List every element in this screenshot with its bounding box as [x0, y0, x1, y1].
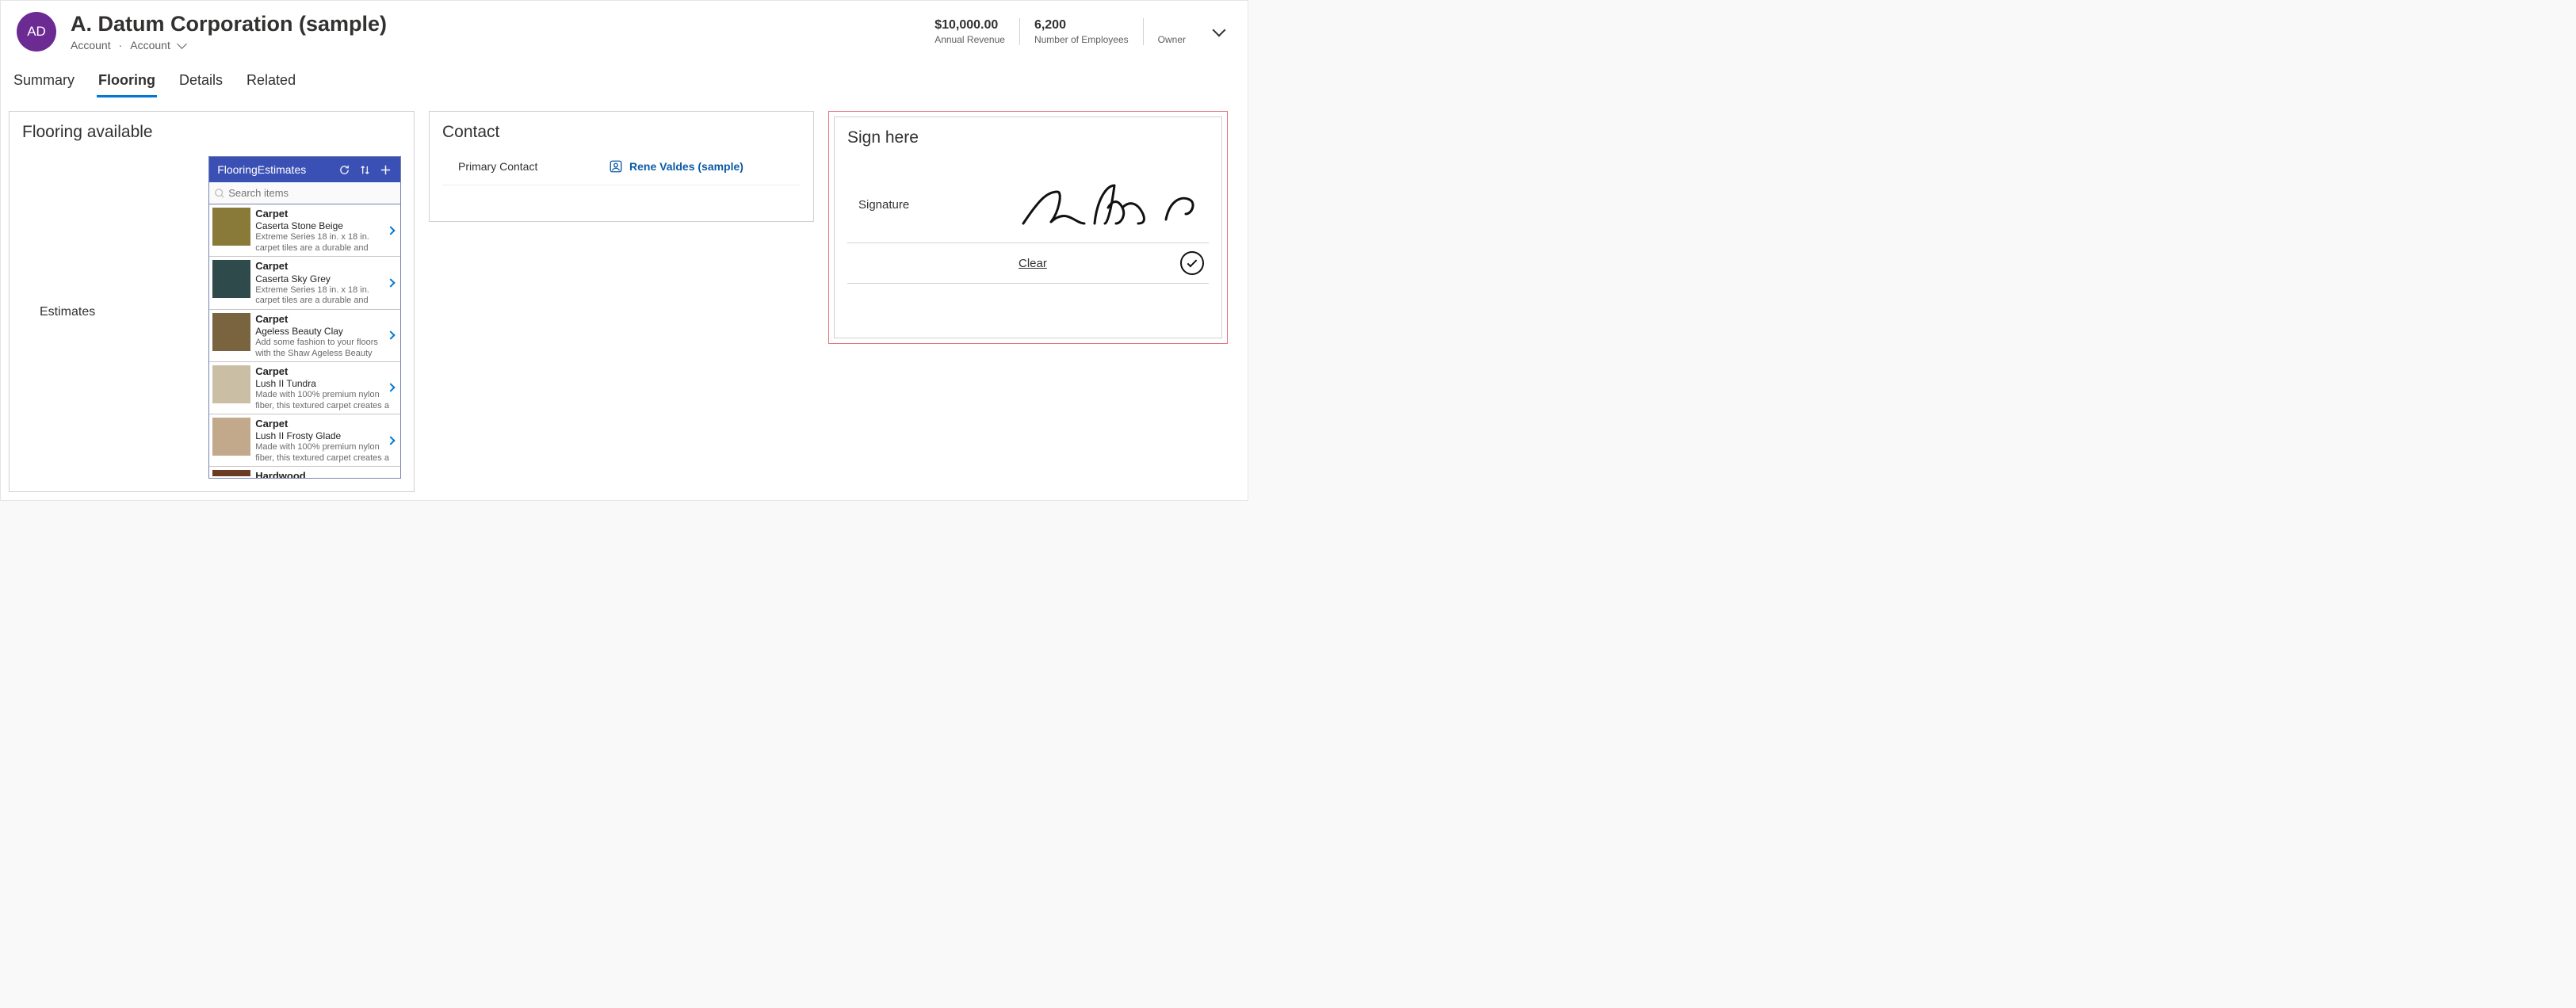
record-page: AD A. Datum Corporation (sample) Account… [0, 0, 1248, 501]
chevron-right-icon [384, 434, 397, 447]
primary-contact-name: Rene Valdes (sample) [629, 160, 743, 173]
sort-icon[interactable] [356, 161, 373, 178]
item-desc: Made with 100% premium nylon fiber, this… [255, 390, 389, 410]
primary-contact-value[interactable]: Rene Valdes (sample) [609, 159, 743, 174]
search-icon [214, 188, 225, 199]
swatch [212, 313, 250, 351]
swatch [212, 208, 250, 246]
chevron-right-icon [384, 329, 397, 342]
title-block: A. Datum Corporation (sample) Account Ac… [71, 12, 920, 51]
item-category: Carpet [255, 260, 389, 273]
item-name: Lush II Tundra [255, 378, 389, 390]
swatch [212, 260, 250, 298]
estimates-panel: FlooringEstimates [208, 156, 401, 479]
contact-section-title: Contact [442, 123, 801, 142]
metric-label: Owner [1158, 34, 1186, 45]
item-name: Caserta Sky Grey [255, 273, 389, 285]
sign-wrap-highlight: Sign here Signature Clear [828, 111, 1228, 344]
list-item[interactable]: Carpet Caserta Stone Beige Extreme Serie… [209, 204, 400, 257]
expand-header-button[interactable] [1206, 19, 1232, 44]
primary-contact-label: Primary Contact [458, 160, 609, 173]
refresh-icon[interactable] [335, 161, 353, 178]
estimates-label: Estimates [22, 156, 208, 479]
chevron-down-icon[interactable] [177, 39, 187, 49]
signature-row: Signature [847, 155, 1209, 243]
metric-owner: Owner [1143, 18, 1200, 45]
person-icon [609, 159, 623, 174]
body-grid: Flooring available Estimates FlooringEst… [1, 98, 1248, 500]
item-desc: Made with 100% premium nylon fiber, this… [255, 442, 389, 463]
metric-label: Number of Employees [1034, 34, 1129, 45]
form-label: Account [130, 39, 170, 52]
swatch [212, 365, 250, 403]
tab-related[interactable]: Related [245, 69, 297, 97]
item-name: Ageless Beauty Clay [255, 326, 389, 338]
swatch [212, 418, 250, 456]
flooring-grid: Estimates FlooringEstimates [22, 156, 401, 479]
search-row [209, 182, 400, 204]
item-category: Carpet [255, 418, 389, 430]
page-header: AD A. Datum Corporation (sample) Account… [1, 1, 1248, 55]
list-item[interactable]: Carpet Caserta Sky Grey Extreme Series 1… [209, 257, 400, 309]
list-item[interactable]: Carpet Lush II Tundra Made with 100% pre… [209, 362, 400, 414]
confirm-button[interactable] [1180, 251, 1204, 275]
item-desc: Extreme Series 18 in. x 18 in. carpet ti… [255, 232, 389, 253]
swatch [212, 470, 250, 476]
tab-flooring[interactable]: Flooring [97, 69, 157, 97]
item-category: Carpet [255, 313, 389, 326]
primary-contact-row: Primary Contact Rene Valdes (sample) [442, 150, 801, 185]
list-item[interactable]: Carpet Lush II Frosty Glade Made with 10… [209, 414, 400, 467]
sign-section-title: Sign here [847, 128, 1209, 147]
page-title: A. Datum Corporation (sample) [71, 12, 920, 36]
sign-card: Sign here Signature Clear [834, 116, 1222, 338]
item-name: Lush II Frosty Glade [255, 430, 389, 442]
item-desc: Extreme Series 18 in. x 18 in. carpet ti… [255, 285, 389, 306]
check-icon [1187, 258, 1198, 268]
add-icon[interactable] [376, 161, 394, 178]
metric-value: 6,200 [1034, 18, 1129, 32]
search-input[interactable] [225, 185, 396, 200]
item-category: Hardwood [255, 470, 389, 478]
tab-summary[interactable]: Summary [12, 69, 76, 97]
signature-pad[interactable] [1017, 163, 1204, 236]
item-category: Carpet [255, 365, 389, 378]
estimates-header: FlooringEstimates [209, 157, 400, 182]
metric-employees: 6,200 Number of Employees [1019, 18, 1143, 45]
metric-value: $10,000.00 [934, 18, 1005, 32]
tab-bar: Summary Flooring Details Related [1, 55, 1248, 98]
list-item[interactable]: Carpet Ageless Beauty Clay Add some fash… [209, 310, 400, 362]
item-name: Caserta Stone Beige [255, 220, 389, 232]
flooring-card: Flooring available Estimates FlooringEst… [9, 111, 415, 492]
tab-details[interactable]: Details [178, 69, 224, 97]
separator-dot [117, 39, 124, 52]
metric-value [1158, 18, 1186, 32]
clear-row: Clear [847, 243, 1209, 284]
contact-card: Contact Primary Contact Rene Valdes (sam… [429, 111, 814, 222]
avatar: AD [17, 12, 56, 52]
item-desc: Add some fashion to your floors with the… [255, 338, 389, 358]
header-metrics: $10,000.00 Annual Revenue 6,200 Number o… [920, 18, 1200, 45]
flooring-section-title: Flooring available [22, 123, 401, 142]
clear-button[interactable]: Clear [1019, 257, 1047, 270]
entity-label: Account [71, 39, 111, 52]
page-subtitle: Account Account [71, 39, 920, 52]
metric-label: Annual Revenue [934, 34, 1005, 45]
signature-label: Signature [858, 163, 1017, 212]
chevron-right-icon [384, 381, 397, 394]
list-item[interactable]: Hardwood [209, 467, 400, 478]
metric-annual-revenue: $10,000.00 Annual Revenue [920, 18, 1019, 45]
item-category: Carpet [255, 208, 389, 220]
estimates-title: FlooringEstimates [217, 163, 306, 176]
chevron-right-icon [384, 224, 397, 237]
chevron-right-icon [384, 277, 397, 289]
